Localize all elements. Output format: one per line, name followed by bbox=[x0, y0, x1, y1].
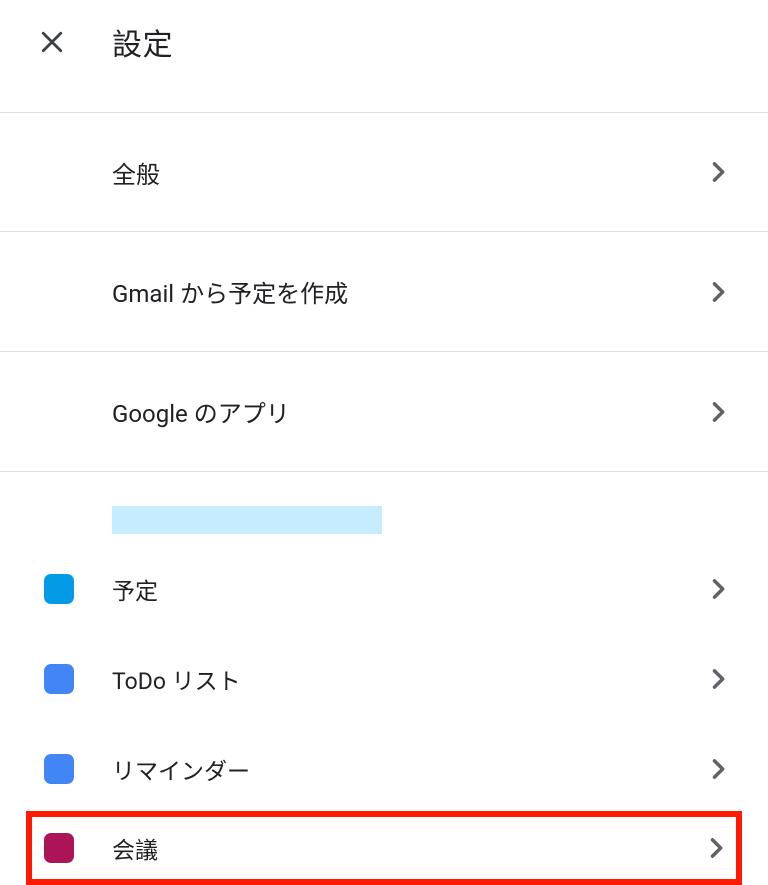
calendar-row-meeting[interactable]: 会議 bbox=[26, 811, 742, 885]
color-swatch bbox=[44, 664, 74, 694]
chevron-right-icon bbox=[704, 398, 732, 426]
chevron-right-icon bbox=[704, 575, 732, 603]
page-title: 設定 bbox=[112, 20, 173, 64]
close-button[interactable] bbox=[28, 18, 76, 66]
section-header-highlight bbox=[112, 506, 382, 534]
color-swatch bbox=[44, 574, 74, 604]
settings-row-label: Gmail から予定を作成 bbox=[112, 274, 704, 309]
color-swatch bbox=[44, 833, 74, 863]
calendar-row-label: ToDo リスト bbox=[112, 662, 704, 696]
calendar-row-label: 予定 bbox=[112, 572, 704, 606]
color-swatch bbox=[44, 754, 74, 784]
close-icon bbox=[37, 27, 67, 57]
settings-row-gmail-events[interactable]: Gmail から予定を作成 bbox=[0, 232, 768, 352]
settings-row-general[interactable]: 全般 bbox=[0, 112, 768, 232]
chevron-right-icon bbox=[704, 158, 732, 186]
calendar-row-label: リマインダー bbox=[112, 752, 704, 786]
settings-row-label: Google のアプリ bbox=[112, 394, 704, 429]
calendar-row-reminder[interactable]: リマインダー bbox=[0, 724, 768, 814]
header-bar: 設定 bbox=[0, 0, 768, 84]
settings-row-google-apps[interactable]: Google のアプリ bbox=[0, 352, 768, 472]
chevron-right-icon bbox=[702, 834, 730, 862]
chevron-right-icon bbox=[704, 665, 732, 693]
chevron-right-icon bbox=[704, 755, 732, 783]
calendar-row-label: 会議 bbox=[112, 831, 702, 865]
chevron-right-icon bbox=[704, 278, 732, 306]
settings-row-label: 全般 bbox=[112, 155, 704, 190]
calendar-row-todo[interactable]: ToDo リスト bbox=[0, 634, 768, 724]
calendar-row-yotei[interactable]: 予定 bbox=[0, 544, 768, 634]
